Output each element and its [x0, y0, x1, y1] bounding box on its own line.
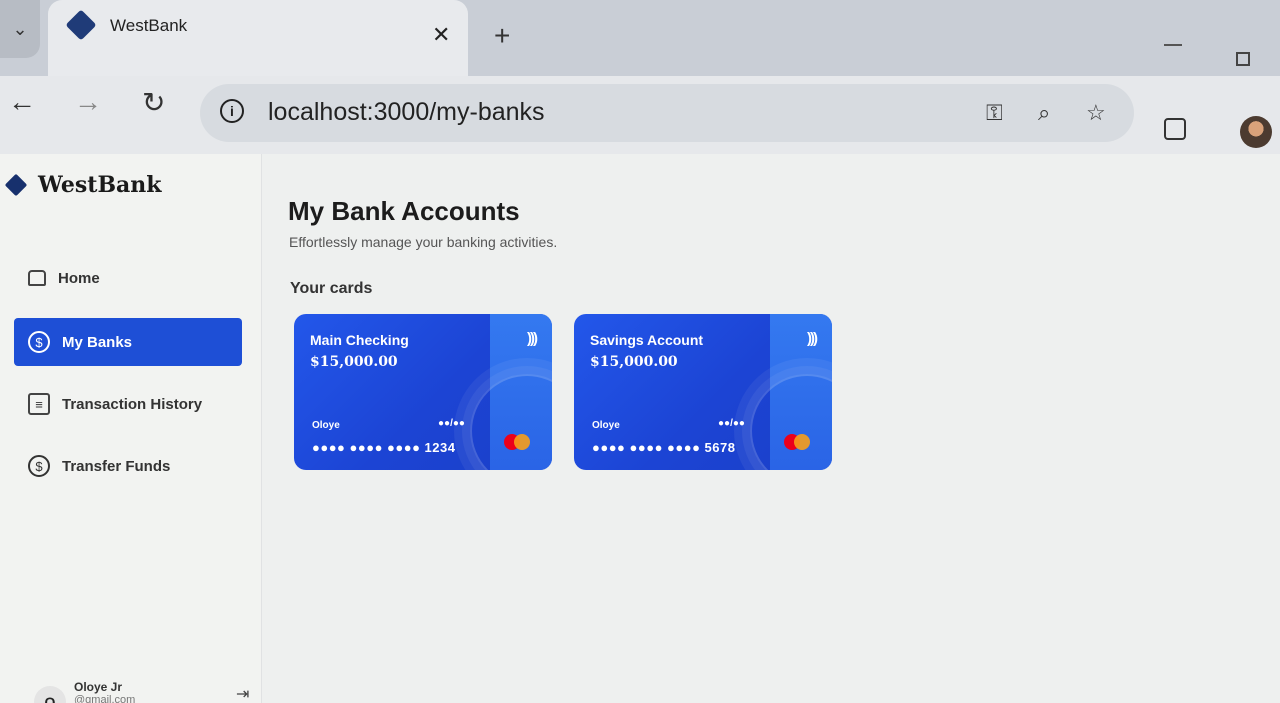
star-icon[interactable]: ☆ — [1086, 100, 1106, 126]
sidebar-item-label: Home — [58, 269, 100, 287]
home-icon — [28, 270, 46, 286]
user-footer: O Oloye Jr @gmail.com — [34, 680, 135, 703]
contactless-icon: ))) — [807, 330, 818, 347]
sidebar-item-transaction-history[interactable]: ≡ Transaction History — [14, 380, 242, 428]
card-balance: $15,000.00 — [310, 354, 398, 370]
card-number: ●●●● ●●●● ●●●● 5678 — [592, 440, 736, 455]
sidebar-item-home[interactable]: Home — [14, 254, 242, 302]
page-subtitle: Effortlessly manage your banking activit… — [289, 234, 558, 250]
card-account-name: Main Checking — [310, 332, 409, 348]
user-email: @gmail.com — [74, 694, 136, 703]
logo-mark-icon — [4, 173, 28, 197]
bank-card-savings-account[interactable]: Savings Account $15,000.00 ))) Oloye ●●/… — [574, 314, 832, 470]
card-holder: Oloye — [592, 420, 620, 431]
reload-button[interactable]: ↻ — [142, 86, 165, 119]
new-tab-button[interactable]: + — [494, 20, 510, 52]
dollar-icon: $ — [28, 331, 50, 353]
bank-card-main-checking[interactable]: Main Checking $15,000.00 ))) Oloye ●●/●●… — [294, 314, 552, 470]
logout-icon[interactable]: ⇥ — [236, 684, 249, 703]
card-expiry: ●●/●● — [718, 418, 745, 429]
card-holder: Oloye — [312, 420, 340, 431]
browser-toolbar: ← → ↻ i localhost:3000/my-banks ⚿ ⌕ ☆ — [0, 76, 1280, 154]
cards-heading: Your cards — [290, 280, 373, 297]
minimize-button[interactable] — [1164, 44, 1182, 46]
app-root: WestBank Home $ My Banks ≡ Transaction H… — [0, 154, 1280, 703]
sidebar-item-label: Transfer Funds — [62, 457, 171, 475]
profile-avatar[interactable] — [1240, 116, 1272, 148]
browser-tab-bar: ⌄ WestBank ✕ + — [0, 0, 1280, 76]
contactless-icon: ))) — [527, 330, 538, 347]
card-expiry: ●●/●● — [438, 418, 465, 429]
user-name: Oloye Jr — [74, 680, 123, 694]
mastercard-icon — [504, 434, 530, 450]
logo-text: WestBank — [38, 172, 162, 198]
key-icon[interactable]: ⚿ — [986, 100, 1003, 126]
sidebar-item-transfer-funds[interactable]: $ Transfer Funds — [14, 442, 242, 490]
favicon-icon — [65, 9, 97, 41]
browser-tab[interactable]: WestBank ✕ — [48, 0, 468, 76]
logo[interactable]: WestBank — [4, 172, 162, 198]
close-tab-button[interactable]: ✕ — [432, 22, 450, 48]
card-balance: $15,000.00 — [590, 354, 678, 370]
zoom-icon[interactable]: ⌕ — [1038, 100, 1050, 126]
forward-button[interactable]: → — [74, 86, 102, 118]
restore-button[interactable] — [1236, 52, 1250, 66]
tab-title: WestBank — [110, 16, 188, 35]
receipt-icon: ≡ — [28, 393, 50, 415]
address-bar[interactable]: i localhost:3000/my-banks ⚿ ⌕ ☆ — [200, 84, 1134, 142]
url-text: localhost:3000/my-banks — [268, 98, 545, 126]
sidebar-item-label: My Banks — [62, 333, 133, 351]
chevron-down-icon: ⌄ — [12, 18, 28, 39]
extensions-icon[interactable] — [1164, 118, 1186, 140]
transfer-icon: $ — [28, 455, 50, 477]
card-account-name: Savings Account — [590, 332, 704, 348]
info-icon[interactable]: i — [220, 99, 244, 123]
card-number: ●●●● ●●●● ●●●● 1234 — [312, 440, 456, 455]
sidebar-item-label: Transaction History — [62, 395, 203, 413]
avatar[interactable]: O — [34, 686, 66, 703]
mastercard-icon — [784, 434, 810, 450]
page-title: My Bank Accounts — [288, 196, 520, 226]
tab-search-button[interactable]: ⌄ — [0, 0, 40, 58]
back-button[interactable]: ← — [8, 86, 36, 118]
sidebar: WestBank Home $ My Banks ≡ Transaction H… — [0, 154, 262, 703]
sidebar-item-my-banks[interactable]: $ My Banks — [14, 318, 242, 366]
